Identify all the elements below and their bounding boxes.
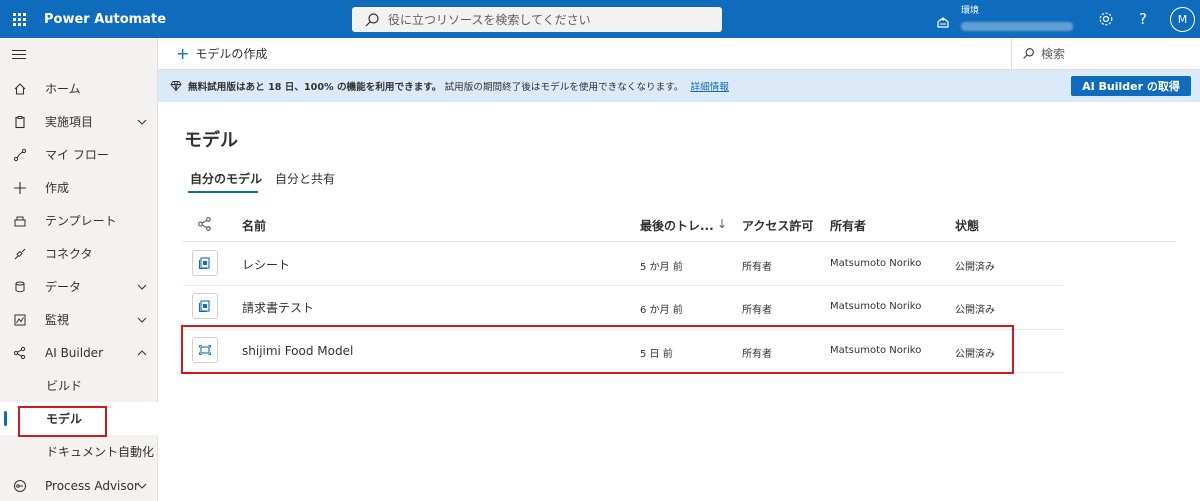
- active-indicator: [4, 411, 7, 426]
- sidebar-item-process-advisor[interactable]: Process Advisor: [0, 469, 158, 501]
- model-type-icon: [198, 217, 211, 231]
- sidebar-item-label: 作成: [45, 181, 70, 195]
- learn-more-link[interactable]: 詳細情報: [691, 82, 729, 93]
- global-search-input[interactable]: 役に立つリソースを検索してください: [352, 7, 722, 32]
- chevron-down-icon[interactable]: [136, 116, 148, 128]
- sidebar-item-label: ドキュメント自動化: [46, 445, 155, 459]
- document-model-icon: [192, 293, 218, 319]
- sidebar-item-label: ホーム: [45, 82, 81, 96]
- hamburger-menu-icon[interactable]: [12, 50, 26, 62]
- sidebar-item-models[interactable]: モデル: [0, 402, 158, 437]
- page-title: モデル: [184, 130, 238, 151]
- sidebar-item-monitor[interactable]: 監視: [0, 303, 158, 336]
- search-label: 検索: [1041, 47, 1066, 61]
- sidebar-item-document-automation[interactable]: ドキュメント自動化: [0, 435, 158, 468]
- clipboard-icon: [12, 114, 28, 130]
- sidebar: ホーム 実施項目 マイ フロー 作成 テンプレート コネクタ データ 監視 AI…: [0, 38, 158, 501]
- home-icon: [12, 81, 28, 97]
- environment-label: 環境: [961, 6, 980, 16]
- tab-shared-with-me[interactable]: 自分と共有: [275, 170, 335, 187]
- plus-icon: +: [176, 43, 190, 63]
- sidebar-item-connectors[interactable]: コネクタ: [0, 237, 158, 270]
- tab-underline: [188, 191, 258, 193]
- process-advisor-icon: [12, 478, 28, 494]
- sidebar-item-label: ビルド: [46, 379, 83, 393]
- column-header-last-trained[interactable]: 最後のトレ...: [640, 217, 714, 234]
- create-model-button[interactable]: + モデルの作成: [176, 45, 267, 62]
- status: 公開済み: [955, 262, 995, 273]
- header-divider: [183, 241, 1176, 242]
- permission: 所有者: [742, 262, 772, 273]
- banner-text: 無料試用版はあと 18 日、100% の機能を利用できます。 試用版の期間終了後…: [188, 79, 729, 93]
- database-icon: [12, 279, 28, 295]
- column-header-permission[interactable]: アクセス許可: [742, 217, 813, 234]
- permission: 所有者: [742, 305, 772, 316]
- environment-icon: [937, 17, 949, 28]
- sidebar-item-label: コネクタ: [45, 247, 93, 261]
- environment-picker[interactable]: 環境: [935, 5, 1073, 31]
- environment-name-redacted: [961, 22, 1073, 31]
- sidebar-item-label: モデル: [46, 412, 83, 426]
- status: 公開済み: [955, 305, 995, 316]
- sidebar-item-label: Process Advisor: [45, 478, 139, 493]
- template-icon: [12, 213, 28, 229]
- document-model-icon: [192, 250, 218, 276]
- column-header-status[interactable]: 状態: [955, 217, 979, 234]
- chevron-down-icon[interactable]: [136, 281, 148, 293]
- get-ai-builder-button[interactable]: AI Builder の取得: [1071, 76, 1191, 96]
- sidebar-item-my-flows[interactable]: マイ フロー: [0, 138, 158, 171]
- chevron-down-icon[interactable]: [136, 314, 148, 326]
- model-search-input[interactable]: 検索: [1011, 38, 1200, 69]
- model-name[interactable]: 請求書テスト: [242, 299, 314, 316]
- sort-descending-icon[interactable]: ↓: [717, 217, 727, 231]
- sidebar-item-action-items[interactable]: 実施項目: [0, 105, 158, 138]
- owner: Matsumoto Noriko: [830, 301, 922, 312]
- search-icon: [1023, 48, 1034, 59]
- column-header-name[interactable]: 名前: [242, 217, 266, 234]
- top-bar: Power Automate 役に立つリソースを検索してください 環境 ? M: [0, 0, 1200, 38]
- waffle-icon[interactable]: [0, 0, 38, 38]
- sidebar-item-ai-builder[interactable]: AI Builder: [0, 336, 158, 369]
- connector-icon: [12, 246, 28, 262]
- last-trained: 6 か月 前: [640, 305, 683, 316]
- ai-builder-icon: [12, 345, 28, 361]
- avatar[interactable]: M: [1170, 7, 1195, 32]
- banner-message: 試用版の期間終了後はモデルを使用できなくなります。: [444, 82, 684, 93]
- trial-banner: 無料試用版はあと 18 日、100% の機能を利用できます。 試用版の期間終了後…: [158, 70, 1200, 102]
- sidebar-item-label: マイ フロー: [45, 148, 109, 162]
- chevron-down-icon[interactable]: [136, 480, 148, 492]
- sidebar-item-label: 実施項目: [45, 115, 94, 129]
- highlight-box: [181, 325, 1014, 374]
- row-divider: [183, 285, 1063, 286]
- diamond-icon: [170, 81, 182, 92]
- last-trained: 5 か月 前: [640, 262, 683, 273]
- help-icon[interactable]: ?: [1134, 10, 1152, 28]
- banner-bold-text: 無料試用版はあと 18 日、100% の機能を利用できます。: [188, 82, 442, 93]
- flow-icon: [12, 147, 28, 163]
- sidebar-item-label: テンプレート: [45, 214, 117, 228]
- tab-my-models[interactable]: 自分のモデル: [190, 170, 262, 187]
- create-model-label: モデルの作成: [195, 47, 268, 61]
- model-name[interactable]: レシート: [242, 256, 290, 273]
- sidebar-item-templates[interactable]: テンプレート: [0, 204, 158, 237]
- search-placeholder: 役に立つリソースを検索してください: [388, 13, 591, 27]
- sidebar-item-home[interactable]: ホーム: [0, 72, 158, 105]
- sidebar-item-create[interactable]: 作成: [0, 171, 158, 204]
- sidebar-item-data[interactable]: データ: [0, 270, 158, 303]
- chevron-up-icon[interactable]: [136, 347, 148, 359]
- column-header-owner[interactable]: 所有者: [830, 217, 866, 234]
- settings-icon[interactable]: [1097, 10, 1115, 28]
- command-bar: + モデルの作成 検索: [158, 38, 1200, 70]
- owner: Matsumoto Noriko: [830, 258, 922, 269]
- sidebar-item-label: 監視: [45, 313, 70, 327]
- sidebar-item-label: データ: [45, 280, 82, 294]
- app-name[interactable]: Power Automate: [44, 12, 166, 27]
- monitor-icon: [12, 312, 28, 328]
- sidebar-item-build[interactable]: ビルド: [0, 369, 158, 402]
- search-icon: [365, 12, 379, 26]
- plus-icon: [12, 180, 28, 196]
- sidebar-item-label: AI Builder: [45, 345, 104, 360]
